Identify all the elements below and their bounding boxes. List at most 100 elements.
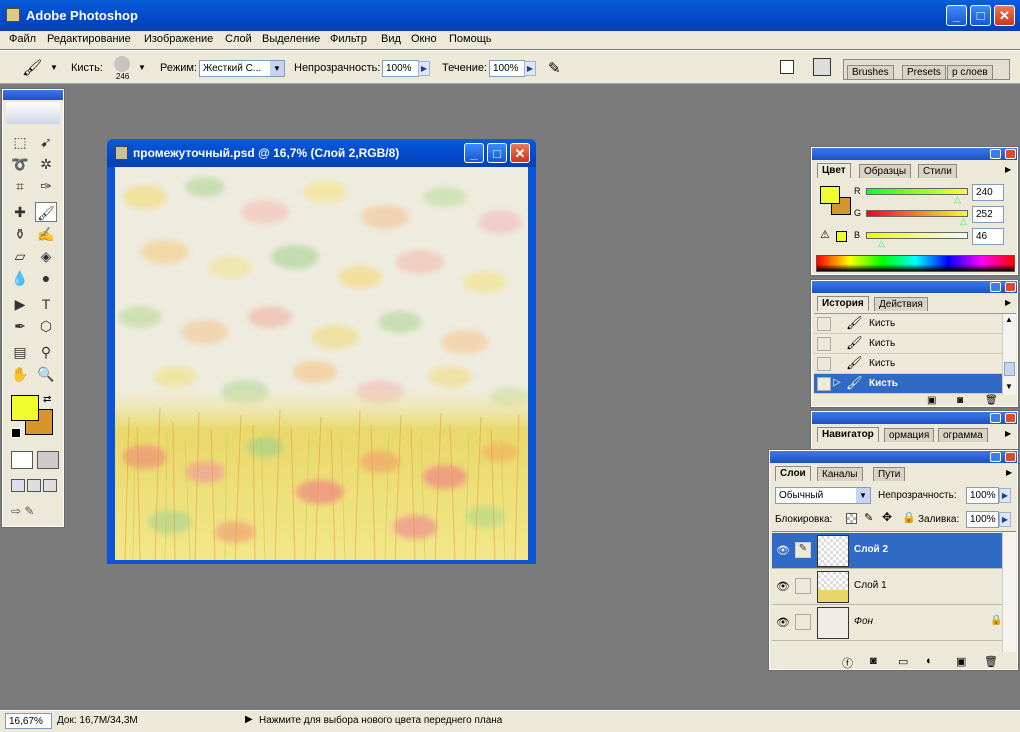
minimize-button[interactable]: _ [946, 5, 967, 26]
toolbox-titlebar[interactable] [3, 90, 63, 100]
layer-opacity-input[interactable]: 100% [966, 487, 999, 504]
flow-slider-button[interactable]: ▶ [524, 61, 536, 76]
file-browser-icon[interactable] [780, 60, 794, 74]
adjustment-layer-icon[interactable]: ◐ [926, 655, 933, 667]
opacity-slider-button[interactable]: ▶ [418, 61, 430, 76]
b-input[interactable]: 46 [972, 228, 1004, 245]
magic-wand-tool-icon[interactable]: ✲ [35, 154, 57, 174]
trash-icon[interactable]: 🗑 [985, 395, 998, 406]
layer-row[interactable]: 👁 Фон 🔒 [772, 605, 1002, 641]
flow-input[interactable]: 100% [489, 60, 525, 77]
history-source-box[interactable] [817, 317, 831, 331]
trash-icon[interactable]: 🗑 [984, 655, 998, 668]
fill-slider-button[interactable]: ▶ [999, 512, 1011, 527]
document-maximize-button[interactable]: □ [487, 143, 507, 163]
tab-actions[interactable]: Действия [874, 297, 928, 311]
panel-menu-button[interactable]: ▶ [1005, 298, 1011, 307]
r-input[interactable]: 240 [972, 184, 1004, 201]
shape-tool-icon[interactable]: ⬡ [35, 316, 57, 336]
palette-icon[interactable] [813, 58, 831, 76]
history-item[interactable]: 🖌 Кисть [814, 314, 1002, 334]
default-colors-icon[interactable] [11, 428, 21, 438]
panel-menu-button[interactable]: ▶ [1006, 468, 1012, 477]
layer-row-selected[interactable]: 👁 ✎ Слой 2 [772, 533, 1002, 569]
navigator-panel-titlebar[interactable] [812, 412, 1017, 424]
opacity-input[interactable]: 100% [382, 60, 419, 77]
pen-tool-icon[interactable]: ✒ [9, 316, 31, 336]
layer-link-box[interactable]: ✎ [795, 542, 811, 558]
panel-minimize-button[interactable] [990, 413, 1001, 423]
tab-swatches[interactable]: Образцы [859, 164, 912, 178]
tab-color[interactable]: Цвет [817, 163, 851, 178]
marquee-tool-icon[interactable]: ⬚ [9, 132, 31, 152]
history-item[interactable]: 🖌 Кисть [814, 354, 1002, 374]
eye-icon[interactable]: 👁 [776, 580, 790, 593]
tab-histogram[interactable]: ограмма [938, 428, 988, 442]
new-document-from-state-icon[interactable]: ▣ [927, 395, 936, 406]
menu-help[interactable]: Помощь [449, 33, 492, 45]
tab-info[interactable]: ормация [884, 428, 935, 442]
lock-position-icon[interactable]: ✥ [882, 510, 892, 524]
notes-tool-icon[interactable]: ▤ [9, 342, 31, 362]
gamut-swatch[interactable] [836, 231, 847, 242]
document-minimize-button[interactable]: _ [464, 143, 484, 163]
lasso-tool-icon[interactable]: ➰ [9, 154, 31, 174]
layer-opacity-slider-button[interactable]: ▶ [999, 488, 1011, 503]
layers-panel-titlebar[interactable] [770, 451, 1017, 463]
well-tab-brushes[interactable]: Brushes [847, 65, 894, 79]
zoom-tool-icon[interactable]: 🔍 [35, 364, 57, 384]
menu-filter[interactable]: Фильтр [330, 33, 367, 45]
screen-mode-standard-button[interactable] [11, 479, 25, 492]
panel-close-button[interactable] [1005, 452, 1016, 462]
r-slider-handle[interactable]: △ [954, 194, 961, 205]
foreground-color-swatch[interactable] [11, 395, 39, 421]
mode-select[interactable]: Жесткий С... ▼ [199, 60, 285, 77]
well-tab-layer-comps[interactable]: р слоев [947, 65, 993, 79]
panel-minimize-button[interactable] [990, 282, 1001, 292]
airbrush-icon[interactable]: ✎ [548, 59, 561, 77]
menu-edit[interactable]: Редактирование [47, 33, 131, 45]
b-slider-handle[interactable]: △ [878, 238, 885, 249]
scroll-thumb[interactable] [1004, 362, 1015, 376]
history-source-box[interactable] [817, 377, 831, 391]
maximize-button[interactable]: □ [970, 5, 991, 26]
quick-mask-button[interactable] [37, 451, 59, 469]
standard-mode-button[interactable] [11, 451, 33, 469]
history-scrollbar[interactable]: ▲ ▼ [1002, 314, 1016, 395]
clone-stamp-tool-icon[interactable]: ⚱ [9, 224, 31, 244]
history-source-box[interactable] [817, 357, 831, 371]
dodge-tool-icon[interactable]: ● [35, 268, 57, 288]
g-slider[interactable] [866, 210, 968, 217]
lock-all-icon[interactable]: 🔒 [902, 511, 916, 524]
tab-channels[interactable]: Каналы [817, 467, 863, 481]
g-slider-handle[interactable]: △ [960, 216, 967, 227]
tab-styles[interactable]: Стили [918, 164, 957, 178]
layer-style-icon[interactable]: ⓕ [842, 655, 853, 671]
panel-close-button[interactable] [1005, 413, 1016, 423]
panel-menu-button[interactable]: ▶ [1005, 165, 1011, 174]
well-tab-presets[interactable]: Presets [902, 65, 946, 79]
layer-link-box[interactable] [795, 578, 811, 594]
eraser-tool-icon[interactable]: ▱ [9, 246, 31, 266]
gamut-warning-icon[interactable]: ⚠ [820, 228, 830, 241]
jump-to-imageready-button[interactable]: ⇨ ✎ [11, 504, 59, 522]
lock-image-icon[interactable]: ✎ [864, 511, 873, 524]
eye-icon[interactable]: 👁 [776, 544, 790, 557]
new-group-icon[interactable]: ▭ [898, 655, 908, 668]
scroll-up-icon[interactable]: ▲ [1005, 315, 1013, 324]
swap-colors-icon[interactable]: ⇄ [43, 394, 51, 405]
zoom-input[interactable]: 16,67% [5, 713, 52, 729]
history-source-box[interactable] [817, 337, 831, 351]
history-panel-titlebar[interactable] [812, 281, 1017, 293]
eye-icon[interactable]: 👁 [776, 616, 790, 629]
close-button[interactable]: ✕ [994, 5, 1015, 26]
tab-paths[interactable]: Пути [873, 467, 906, 481]
history-brush-tool-icon[interactable]: ✍ [35, 224, 57, 244]
path-selection-tool-icon[interactable]: ▶ [9, 294, 31, 314]
crop-tool-icon[interactable]: ⌗ [9, 176, 31, 196]
screen-mode-full-button[interactable] [43, 479, 57, 492]
brush-tool-preset-icon[interactable]: 🖌 [22, 58, 42, 78]
blend-mode-select[interactable]: Обычный ▼ [775, 487, 871, 504]
layers-scrollbar[interactable] [1002, 532, 1016, 652]
r-slider[interactable] [866, 188, 968, 195]
